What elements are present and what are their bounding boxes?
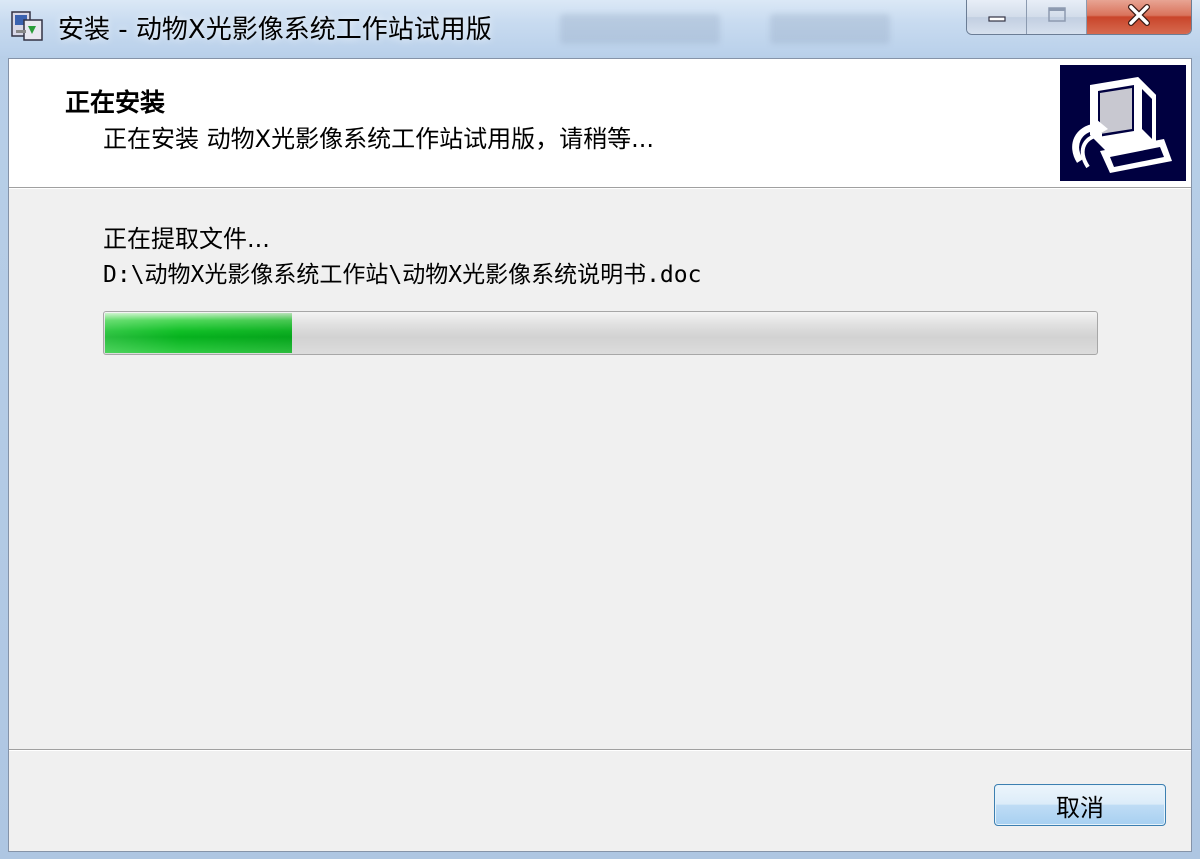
cancel-button[interactable]: 取消: [994, 784, 1166, 826]
close-button[interactable]: [1087, 0, 1191, 34]
current-file-path: D:\动物X光影像系统工作站\动物X光影像系统说明书.doc: [103, 262, 702, 288]
footer-divider-highlight: [9, 750, 1191, 751]
minimize-icon: [986, 8, 1008, 27]
progress-fill: [105, 313, 292, 353]
header-divider: [9, 188, 1191, 189]
minimize-button[interactable]: [967, 0, 1027, 34]
close-icon: [1126, 4, 1152, 30]
page-subtitle: 正在安装 动物X光影像系统工作站试用版，请稍等...: [103, 125, 654, 153]
status-text: 正在提取文件...: [103, 225, 270, 253]
maximize-icon: [1046, 6, 1068, 28]
installer-app-icon[interactable]: [8, 6, 48, 46]
computer-install-logo: [1060, 65, 1186, 181]
wizard-header: 正在安装 正在安装 动物X光影像系统工作站试用版，请稍等...: [9, 59, 1191, 188]
page-title: 正在安装: [65, 88, 166, 117]
window-title: 安装 - 动物X光影像系统工作站试用版: [58, 15, 492, 45]
background-blur: [770, 14, 890, 44]
background-blur: [560, 14, 720, 44]
title-bar[interactable]: 安装 - 动物X光影像系统工作站试用版: [0, 0, 1200, 56]
window-controls: [966, 0, 1192, 35]
installer-content: 正在安装 正在安装 动物X光影像系统工作站试用版，请稍等... 正在提取文件..…: [8, 58, 1192, 852]
maximize-button[interactable]: [1027, 0, 1087, 34]
progress-bar: [103, 311, 1098, 355]
installer-window: 安装 - 动物X光影像系统工作站试用版 正在安装 正在安装 动物X光影像系统工作…: [0, 0, 1200, 859]
